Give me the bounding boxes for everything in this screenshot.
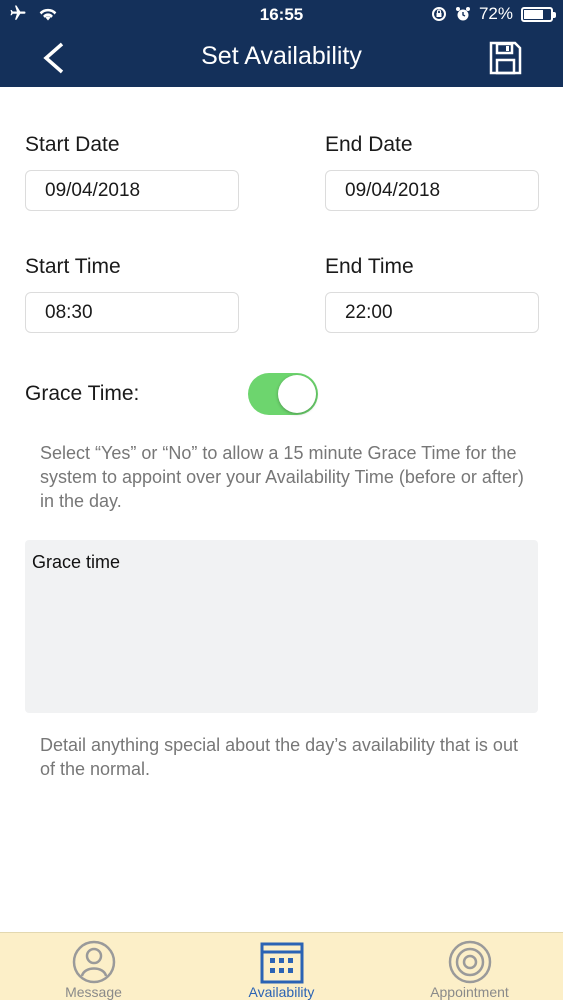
- tab-appointment-label: Appointment: [430, 984, 509, 1000]
- save-icon[interactable]: [487, 40, 523, 76]
- alarm-icon: [455, 7, 470, 21]
- end-time-label: End Time: [325, 255, 414, 278]
- tab-message[interactable]: Message: [0, 933, 187, 1000]
- tab-availability-label: Availability: [248, 984, 315, 1000]
- status-bar: 16:55 72%: [0, 0, 563, 30]
- navigation-bar: Set Availability: [0, 30, 563, 87]
- calendar-icon: [260, 942, 303, 984]
- start-date-label: Start Date: [25, 133, 120, 156]
- battery-percent: 72%: [478, 4, 513, 23]
- end-date-field[interactable]: 09/04/2018: [325, 170, 539, 211]
- page-title: Set Availability: [201, 42, 362, 70]
- tab-message-label: Message: [65, 984, 122, 1000]
- rotation-lock-icon: [431, 7, 446, 21]
- end-date-label: End Date: [325, 133, 413, 156]
- grace-time-toggle[interactable]: [248, 373, 318, 415]
- battery-icon: [521, 6, 556, 22]
- tab-availability[interactable]: Availability: [188, 933, 375, 1000]
- tab-bar: Message Availability Appointment: [0, 932, 563, 1000]
- notes-textarea[interactable]: Grace time: [25, 540, 538, 713]
- person-icon: [72, 940, 115, 984]
- start-date-field[interactable]: 09/04/2018: [25, 170, 239, 211]
- grace-time-label: Grace Time:: [25, 382, 140, 405]
- target-icon: [448, 940, 491, 984]
- notes-hint: Detail anything special about the day’s …: [40, 735, 518, 779]
- header-bar: 16:55 72% Set Availability: [0, 0, 563, 87]
- start-time-label: Start Time: [25, 255, 121, 278]
- grace-time-hint: Select “Yes” or “No” to allow a 15 minut…: [40, 443, 524, 511]
- tab-appointment[interactable]: Appointment: [376, 933, 563, 1000]
- end-time-field[interactable]: 22:00: [325, 292, 539, 333]
- start-time-field[interactable]: 08:30: [25, 292, 239, 333]
- toggle-knob: [278, 375, 316, 413]
